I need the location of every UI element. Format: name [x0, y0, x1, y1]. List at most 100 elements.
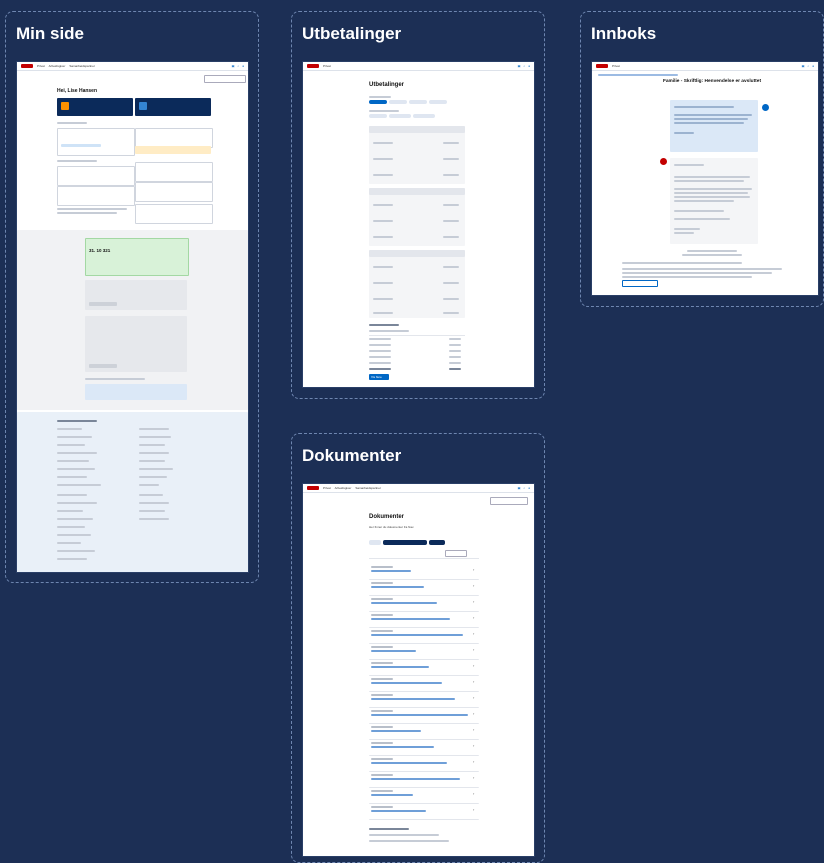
nav-logo-icon[interactable] — [307, 64, 319, 68]
document-title-link[interactable] — [371, 586, 424, 588]
document-date — [371, 694, 393, 696]
nav-link-privat[interactable]: Privat — [323, 64, 331, 68]
nav-avatar-icon — [660, 158, 667, 165]
document-title-link[interactable] — [371, 762, 447, 764]
document-title-link[interactable] — [371, 698, 455, 700]
document-title-link[interactable] — [371, 810, 426, 812]
document-title-link[interactable] — [371, 794, 413, 796]
nav-menu-icon[interactable]: ▣ — [232, 64, 235, 68]
document-title-link[interactable] — [371, 730, 421, 732]
filter-chip-3[interactable] — [409, 100, 427, 104]
chevron-right-icon: › — [473, 807, 475, 812]
language-select[interactable] — [490, 497, 528, 505]
service-card-5[interactable] — [57, 186, 135, 206]
link-highlight[interactable] — [61, 144, 101, 147]
filter-chip-6[interactable] — [389, 114, 411, 118]
filter-chip-1[interactable] — [369, 100, 387, 104]
nav-search-icon[interactable]: ⌕ — [808, 64, 810, 68]
document-title-link[interactable] — [371, 682, 442, 684]
document-date — [371, 630, 393, 632]
nav-menu-icon[interactable]: ▣ — [518, 64, 521, 68]
top-nav: Privat Arbeidsgiver Samarbeidspartner ▣ ⌕… — [303, 484, 534, 493]
chevron-right-icon: › — [473, 647, 475, 652]
nav-link-samarbeid[interactable]: Samarbeidspartner — [69, 64, 95, 68]
filter-chip-7[interactable] — [413, 114, 435, 118]
chevron-right-icon: › — [473, 695, 475, 700]
info-banner[interactable] — [85, 384, 187, 400]
nav-user-icon[interactable]: ● — [528, 64, 530, 68]
nav-search-icon[interactable]: ⌕ — [524, 486, 526, 490]
chevron-right-icon: › — [473, 599, 475, 604]
toggle-2[interactable] — [383, 540, 427, 545]
month-header-3 — [369, 250, 465, 257]
greeting-heading: Hei, Lise Hansen — [57, 88, 98, 94]
top-nav: Privat Arbeidsgiver Samarbeidspartner ▣ ⌕… — [17, 62, 248, 71]
user-message-bubble — [670, 100, 758, 152]
document-date — [371, 742, 393, 744]
nav-user-icon[interactable]: ● — [242, 64, 244, 68]
document-date — [371, 598, 393, 600]
document-date — [371, 566, 393, 568]
saldo-card[interactable] — [85, 238, 189, 276]
dokumenter-page: Privat Arbeidsgiver Samarbeidspartner ▣ ⌕… — [303, 484, 534, 856]
language-select[interactable] — [204, 75, 246, 83]
nav-user-icon[interactable]: ● — [812, 64, 814, 68]
nav-link-privat[interactable]: Privat — [612, 64, 620, 68]
document-date — [371, 806, 393, 808]
service-card-2[interactable] — [135, 128, 213, 148]
nav-link-privat[interactable]: Privat — [323, 486, 331, 490]
dokumenter-intro: Her finner du dokumenter fra Nav. — [369, 525, 415, 529]
filter-chip-5[interactable] — [369, 114, 387, 118]
document-title-link[interactable] — [371, 634, 463, 636]
top-nav: Privat ▣ ⌕ ● — [592, 62, 818, 71]
saldo-amount: 31. 10 321 — [89, 248, 111, 253]
service-card-1[interactable] — [57, 128, 135, 156]
footer — [17, 412, 248, 572]
document-date — [371, 726, 393, 728]
document-title-link[interactable] — [371, 666, 429, 668]
nav-link-arbeidsgiver[interactable]: Arbeidsgiver — [335, 486, 352, 490]
frame-title-dokumenter: Dokumenter — [302, 446, 402, 465]
service-card-7[interactable] — [135, 204, 213, 224]
filter-chip-4[interactable] — [429, 100, 447, 104]
document-title-link[interactable] — [371, 650, 416, 652]
document-date — [371, 582, 393, 584]
service-card-3[interactable] — [57, 166, 135, 186]
toggle-1[interactable] — [369, 540, 381, 545]
top-nav: Privat ▣ ⌕ ● — [303, 62, 534, 71]
nav-logo-icon[interactable] — [21, 64, 33, 68]
nav-user-icon[interactable]: ● — [528, 486, 530, 490]
small-button-2[interactable] — [89, 364, 117, 368]
document-title-link[interactable] — [371, 714, 468, 716]
nav-link-arbeidsgiver[interactable]: Arbeidsgiver — [49, 64, 66, 68]
sort-select[interactable] — [445, 550, 467, 557]
nav-menu-icon[interactable]: ▣ — [802, 64, 805, 68]
nav-link-samarbeid[interactable]: Samarbeidspartner — [355, 486, 381, 490]
innboks-page: Privat ▣ ⌕ ● Familie - Skriftlig: Henvende… — [592, 62, 818, 295]
nav-search-icon[interactable]: ⌕ — [524, 64, 526, 68]
document-date — [371, 774, 393, 776]
toggle-3[interactable] — [429, 540, 445, 545]
service-card-4[interactable] — [135, 162, 213, 182]
document-title-link[interactable] — [371, 618, 450, 620]
alert-icon — [61, 102, 69, 110]
user-avatar-icon — [762, 104, 769, 111]
nav-logo-icon[interactable] — [596, 64, 608, 68]
month-header-2 — [369, 188, 465, 195]
service-card-6[interactable] — [135, 182, 213, 202]
nav-menu-icon[interactable]: ▣ — [518, 486, 521, 490]
document-title-link[interactable] — [371, 570, 411, 572]
frame-title-innboks: Innboks — [591, 24, 657, 43]
document-title-link[interactable] — [371, 778, 460, 780]
chevron-right-icon: › — [473, 663, 475, 668]
small-button[interactable] — [89, 302, 117, 306]
chevron-right-icon: › — [473, 759, 475, 764]
filter-chip-2[interactable] — [389, 100, 407, 104]
nav-link-privat[interactable]: Privat — [37, 64, 45, 68]
document-title-link[interactable] — [371, 746, 434, 748]
month-header-1 — [369, 126, 465, 133]
start-new-button[interactable] — [622, 280, 658, 287]
document-title-link[interactable] — [371, 602, 437, 604]
nav-logo-icon[interactable] — [307, 486, 319, 490]
nav-search-icon[interactable]: ⌕ — [238, 64, 240, 68]
